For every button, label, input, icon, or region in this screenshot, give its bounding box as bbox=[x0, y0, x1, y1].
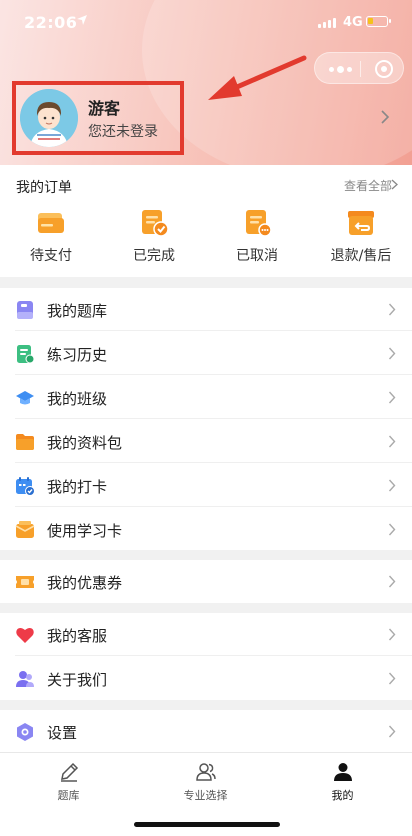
menu-practice-history[interactable]: 练习历史 bbox=[0, 332, 412, 375]
question-bank-icon bbox=[17, 301, 33, 319]
study-card-icon bbox=[15, 521, 35, 538]
menu-label: 练习历史 bbox=[47, 346, 108, 364]
menu-study-card[interactable]: 使用学习卡 bbox=[0, 508, 412, 551]
coupon-icon bbox=[16, 576, 34, 588]
location-arrow-icon bbox=[77, 15, 87, 25]
person-icon bbox=[334, 763, 352, 781]
order-item-label: 待支付 bbox=[30, 248, 72, 264]
battery-icon bbox=[366, 16, 391, 27]
chevron-right-icon[interactable] bbox=[391, 179, 398, 190]
order-item-label: 已取消 bbox=[236, 248, 278, 264]
completed-order-icon bbox=[142, 210, 169, 237]
order-refund[interactable]: 退款/售后 bbox=[321, 207, 401, 267]
row-divider bbox=[15, 330, 412, 331]
annotation-arrow-icon bbox=[208, 55, 307, 100]
chevron-right-icon bbox=[388, 479, 396, 492]
cancelled-order-icon bbox=[246, 210, 272, 237]
pencil-icon bbox=[61, 762, 79, 782]
status-bar: 22:06 4G bbox=[0, 0, 412, 44]
practice-history-icon bbox=[17, 345, 35, 364]
tab-label: 我的 bbox=[331, 789, 354, 802]
order-cancelled[interactable]: 已取消 bbox=[217, 207, 297, 267]
tab-mine[interactable]: 我的 bbox=[274, 753, 411, 805]
miniprogram-capsule[interactable] bbox=[314, 52, 404, 84]
profile-chevron-icon[interactable] bbox=[380, 110, 390, 124]
avatar bbox=[20, 89, 78, 147]
network-type: 4G bbox=[343, 15, 363, 30]
chevron-right-icon bbox=[388, 523, 396, 536]
menu-question-bank[interactable]: 我的题库 bbox=[0, 288, 412, 331]
view-all-orders-link[interactable]: 查看全部 bbox=[344, 177, 392, 194]
menu-checkin[interactable]: 我的打卡 bbox=[0, 464, 412, 507]
order-pending-payment[interactable]: 待支付 bbox=[11, 207, 91, 267]
menu-label: 使用学习卡 bbox=[47, 522, 123, 540]
calendar-check-icon bbox=[16, 477, 35, 496]
more-icon[interactable] bbox=[329, 66, 352, 73]
home-indicator bbox=[134, 822, 280, 827]
tab-major-selection[interactable]: 专业选择 bbox=[137, 753, 274, 805]
menu-my-class[interactable]: 我的班级 bbox=[0, 376, 412, 419]
profile-login-card[interactable]: 游客 您还未登录 bbox=[12, 81, 184, 155]
signal-icon bbox=[318, 18, 336, 28]
row-divider bbox=[15, 462, 412, 463]
chevron-right-icon bbox=[388, 435, 396, 448]
menu-about-us[interactable]: 关于我们 bbox=[0, 657, 412, 700]
tab-label: 题库 bbox=[57, 789, 80, 802]
chevron-right-icon bbox=[388, 628, 396, 641]
menu-coupons[interactable]: 我的优惠券 bbox=[0, 560, 412, 603]
menu-label: 我的优惠券 bbox=[47, 574, 123, 592]
close-miniprogram-icon[interactable] bbox=[375, 60, 393, 78]
row-divider bbox=[15, 506, 412, 507]
orders-title: 我的订单 bbox=[16, 180, 72, 196]
order-completed[interactable]: 已完成 bbox=[114, 207, 194, 267]
orders-section: 我的订单 查看全部 待支付 已完成 已取消 退款/售后 bbox=[0, 165, 412, 277]
chevron-right-icon bbox=[388, 303, 396, 316]
refund-icon bbox=[348, 211, 374, 235]
settings-hex-icon bbox=[17, 723, 33, 741]
wallet-icon bbox=[38, 213, 64, 233]
menu-label: 我的班级 bbox=[47, 390, 108, 408]
support-group: 我的客服 关于我们 bbox=[0, 613, 412, 700]
chevron-right-icon bbox=[388, 575, 396, 588]
menu-label: 设置 bbox=[47, 724, 78, 742]
status-time: 22:06 bbox=[24, 13, 78, 32]
chevron-right-icon bbox=[388, 347, 396, 360]
main-menu-group: 我的题库 练习历史 我的班级 我的资料包 我的打卡 使用学习卡 bbox=[0, 288, 412, 550]
menu-label: 我的客服 bbox=[47, 627, 108, 645]
heart-icon bbox=[16, 627, 34, 643]
menu-materials[interactable]: 我的资料包 bbox=[0, 420, 412, 463]
profile-name: 游客 bbox=[88, 99, 121, 118]
row-divider bbox=[15, 655, 412, 656]
users-icon bbox=[196, 763, 216, 781]
settings-group: 设置 bbox=[0, 710, 412, 752]
menu-label: 关于我们 bbox=[47, 671, 108, 689]
tab-question-bank[interactable]: 题库 bbox=[0, 753, 137, 805]
chevron-right-icon bbox=[388, 391, 396, 404]
order-item-label: 已完成 bbox=[133, 248, 175, 264]
capsule-divider bbox=[360, 61, 361, 77]
tab-label: 专业选择 bbox=[183, 789, 228, 802]
folder-icon bbox=[16, 434, 34, 450]
team-icon bbox=[16, 671, 34, 687]
row-divider bbox=[15, 374, 412, 375]
menu-label: 我的题库 bbox=[47, 302, 108, 320]
chevron-right-icon bbox=[388, 725, 396, 738]
menu-settings[interactable]: 设置 bbox=[0, 710, 412, 753]
order-item-label: 退款/售后 bbox=[330, 248, 392, 264]
login-status: 您还未登录 bbox=[88, 124, 158, 140]
menu-label: 我的资料包 bbox=[47, 434, 123, 452]
menu-label: 我的打卡 bbox=[47, 478, 108, 496]
chevron-right-icon bbox=[388, 672, 396, 685]
menu-customer-service[interactable]: 我的客服 bbox=[0, 613, 412, 656]
graduation-cap-icon bbox=[16, 391, 34, 405]
coupons-group: 我的优惠券 bbox=[0, 560, 412, 603]
row-divider bbox=[15, 418, 412, 419]
